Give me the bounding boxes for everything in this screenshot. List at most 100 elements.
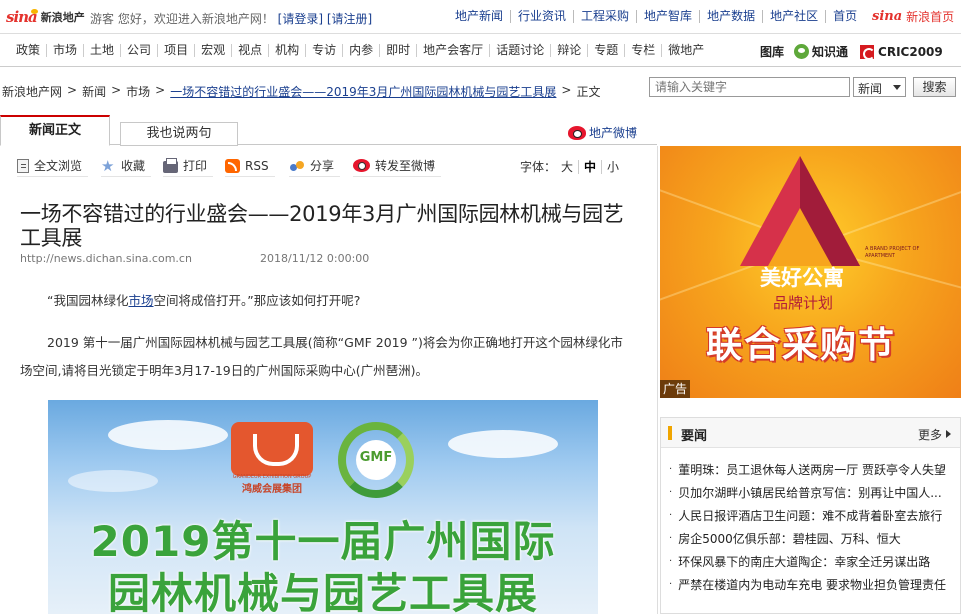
channel-project[interactable]: 项目 — [157, 44, 194, 57]
list-item[interactable]: · 贝加尔湖畔小镇居民给普京写信：别再让中国人... — [669, 481, 959, 504]
news-headline[interactable]: 环保风暴下的南庄大道陶企：幸家全迁另谋出路 — [678, 553, 930, 570]
news-headline[interactable]: 房企5000亿俱乐部：碧桂园、万科、恒大 — [678, 530, 901, 547]
tab-article[interactable]: 新闻正文 — [0, 115, 110, 146]
channel-debate[interactable]: 辩论 — [550, 44, 587, 57]
sina-home-link[interactable]: sina 新浪首页 — [872, 8, 954, 25]
ad-label: 广告 — [660, 380, 690, 398]
breadcrumb-news[interactable]: 新闻 — [82, 83, 106, 100]
tab-comments[interactable]: 我也说两句 — [120, 122, 238, 146]
article-source[interactable]: http://news.dichan.sina.com.cn — [20, 252, 192, 265]
dropdown-arrow-icon — [893, 85, 901, 90]
article-title: 一场不容错过的行业盛会——2019年3月广州国际园林机械与园艺工具展 — [20, 202, 624, 250]
search-scope-select[interactable]: 新闻 — [853, 77, 906, 97]
breadcrumb-market[interactable]: 市场 — [126, 83, 150, 100]
sina-realestate-logo[interactable]: sina 新浪地产 — [6, 8, 85, 26]
login-link[interactable]: [请登录] — [278, 12, 323, 26]
topnav-community[interactable]: 地产社区 — [762, 10, 825, 23]
channel-topic-discussion[interactable]: 话题讨论 — [489, 44, 550, 57]
breadcrumb-article[interactable]: 一场不容错过的行业盛会——2019年3月广州国际园林机械与园艺工具展 — [170, 83, 556, 100]
favorite-button[interactable]: ★ 收藏 — [101, 155, 152, 177]
print-button[interactable]: 打印 — [163, 155, 214, 177]
breadcrumb-current: 正文 — [576, 85, 601, 99]
bullet-icon: · — [669, 579, 673, 590]
top-nav: 地产新闻 行业资讯 工程采购 地产智库 地产数据 地产社区 首页 — [448, 10, 864, 23]
list-item[interactable]: · 人民日报评酒店卫生问题：难不成背着卧室去旅行 — [669, 504, 959, 527]
favorite-label: 收藏 — [121, 159, 146, 173]
sina-home-logo: sina — [872, 9, 903, 24]
fulltext-label: 全文浏览 — [34, 159, 83, 173]
channel-institution[interactable]: 机构 — [268, 44, 305, 57]
forward-weibo-button[interactable]: 转发至微博 — [353, 155, 442, 177]
list-item[interactable]: · 房企5000亿俱乐部：碧桂园、万科、恒大 — [669, 527, 959, 550]
share-button[interactable]: 分享 — [289, 155, 341, 177]
channel-special[interactable]: 专题 — [587, 44, 624, 57]
top-news-list: · 董明珠：员工退休每人送两房一厅 贾跃亭令人失望 · 贝加尔湖畔小镇居民给普京写信… — [669, 458, 959, 596]
search-input[interactable] — [650, 78, 849, 96]
search-box — [649, 77, 850, 97]
list-item[interactable]: · 董明珠：员工退休每人送两房一厅 贾跃亭令人失望 — [669, 458, 959, 481]
channel-market[interactable]: 市场 — [46, 44, 83, 57]
sina-eye-icon — [30, 8, 38, 14]
arrow-right-icon[interactable] — [946, 430, 951, 438]
channel-instant[interactable]: 即时 — [379, 44, 416, 57]
article-date: 2018/11/12 0:00:00 — [260, 252, 370, 265]
channel-land[interactable]: 土地 — [83, 44, 120, 57]
channel-company[interactable]: 公司 — [120, 44, 157, 57]
channel-guest-room[interactable]: 地产会客厅 — [416, 44, 489, 57]
channel-viewpoint[interactable]: 视点 — [231, 44, 268, 57]
breadcrumb: 新浪地产网 > 新闻 > 市场 > 一场不容错过的行业盛会——2019年3月广州… — [2, 83, 601, 100]
channel-micro-realestate[interactable]: 微地产 — [661, 44, 710, 57]
header-accent-bar — [668, 426, 672, 440]
topnav-data[interactable]: 地产数据 — [699, 10, 762, 23]
breadcrumb-home[interactable]: 新浪地产网 — [2, 83, 62, 100]
font-small-button[interactable]: 小 — [601, 159, 624, 174]
top-news-title: 要闻 — [681, 429, 708, 444]
channel-macro[interactable]: 宏观 — [194, 44, 231, 57]
advertisement-banner[interactable]: A BRAND PROJECT OF APARTMENT 美好公寓 品牌计划 联… — [660, 146, 961, 398]
rss-button[interactable]: RSS — [225, 155, 275, 177]
more-link[interactable]: 更多 — [918, 426, 942, 443]
search-button[interactable]: 搜索 — [913, 77, 956, 97]
sina-home-label: 新浪首页 — [906, 10, 955, 24]
bullet-icon: · — [669, 510, 673, 521]
font-medium-button[interactable]: 中 — [578, 159, 601, 174]
cric-link[interactable]: CRIC2009 — [878, 45, 943, 59]
article-meta: http://news.dichan.sina.com.cn 2018/11/1… — [20, 252, 620, 265]
print-label: 打印 — [183, 159, 208, 173]
topnav-home[interactable]: 首页 — [825, 10, 864, 23]
channel-column[interactable]: 专栏 — [624, 44, 661, 57]
zhishitong-icon — [794, 44, 810, 59]
topnav-procurement[interactable]: 工程采购 — [573, 10, 636, 23]
grandeur-name: 鸿威会展集团 — [242, 484, 302, 495]
weibo-icon — [353, 159, 370, 172]
topnav-news[interactable]: 地产新闻 — [448, 10, 510, 23]
weibo-tab[interactable]: 地产微博 — [568, 124, 637, 141]
channel-policy[interactable]: 政策 — [10, 44, 46, 57]
list-item[interactable]: · 严禁在楼道内为电动车充电 要求物业担负管理责任 — [669, 573, 959, 596]
topnav-industry[interactable]: 行业资讯 — [510, 10, 573, 23]
topnav-thinktank[interactable]: 地产智库 — [636, 10, 699, 23]
breadcrumb-separator: > — [111, 83, 122, 97]
register-link[interactable]: [请注册] — [327, 12, 372, 26]
news-headline[interactable]: 董明珠：员工退休每人送两房一厅 贾跃亭令人失望 — [678, 461, 946, 478]
logo-channel-name: 新浪地产 — [40, 11, 85, 24]
channel-nav: 政策 市场 土地 公司 项目 宏观 视点 机构 专访 内参 即时 地产会客厅 话… — [0, 35, 961, 67]
fulltext-button[interactable]: 全文浏览 — [17, 155, 89, 177]
hero-headline-2: 园林机械与园艺工具展 — [107, 569, 538, 614]
weibo-tab-label: 地产微博 — [589, 126, 638, 140]
para1-text-a: “我国园林绿化 — [47, 293, 129, 308]
zhishitong-link[interactable]: 知识通 — [812, 43, 848, 60]
channel-interview[interactable]: 专访 — [305, 44, 342, 57]
gallery-link[interactable]: 图库 — [760, 43, 784, 60]
breadcrumb-separator: > — [155, 83, 166, 97]
news-headline[interactable]: 人民日报评酒店卫生问题：难不成背着卧室去旅行 — [678, 507, 942, 524]
news-headline[interactable]: 贝加尔湖畔小镇居民给普京写信：别再让中国人... — [678, 484, 941, 501]
forward-weibo-label: 转发至微博 — [375, 159, 436, 173]
channel-insider[interactable]: 内参 — [342, 44, 379, 57]
printer-icon — [163, 157, 178, 173]
bullet-icon: · — [669, 464, 673, 475]
news-headline[interactable]: 严禁在楼道内为电动车充电 要求物业担负管理责任 — [678, 576, 946, 593]
list-item[interactable]: · 环保风暴下的南庄大道陶企：幸家全迁另谋出路 — [669, 550, 959, 573]
font-large-button[interactable]: 大 — [556, 160, 578, 174]
market-link[interactable]: 市场 — [128, 293, 153, 308]
